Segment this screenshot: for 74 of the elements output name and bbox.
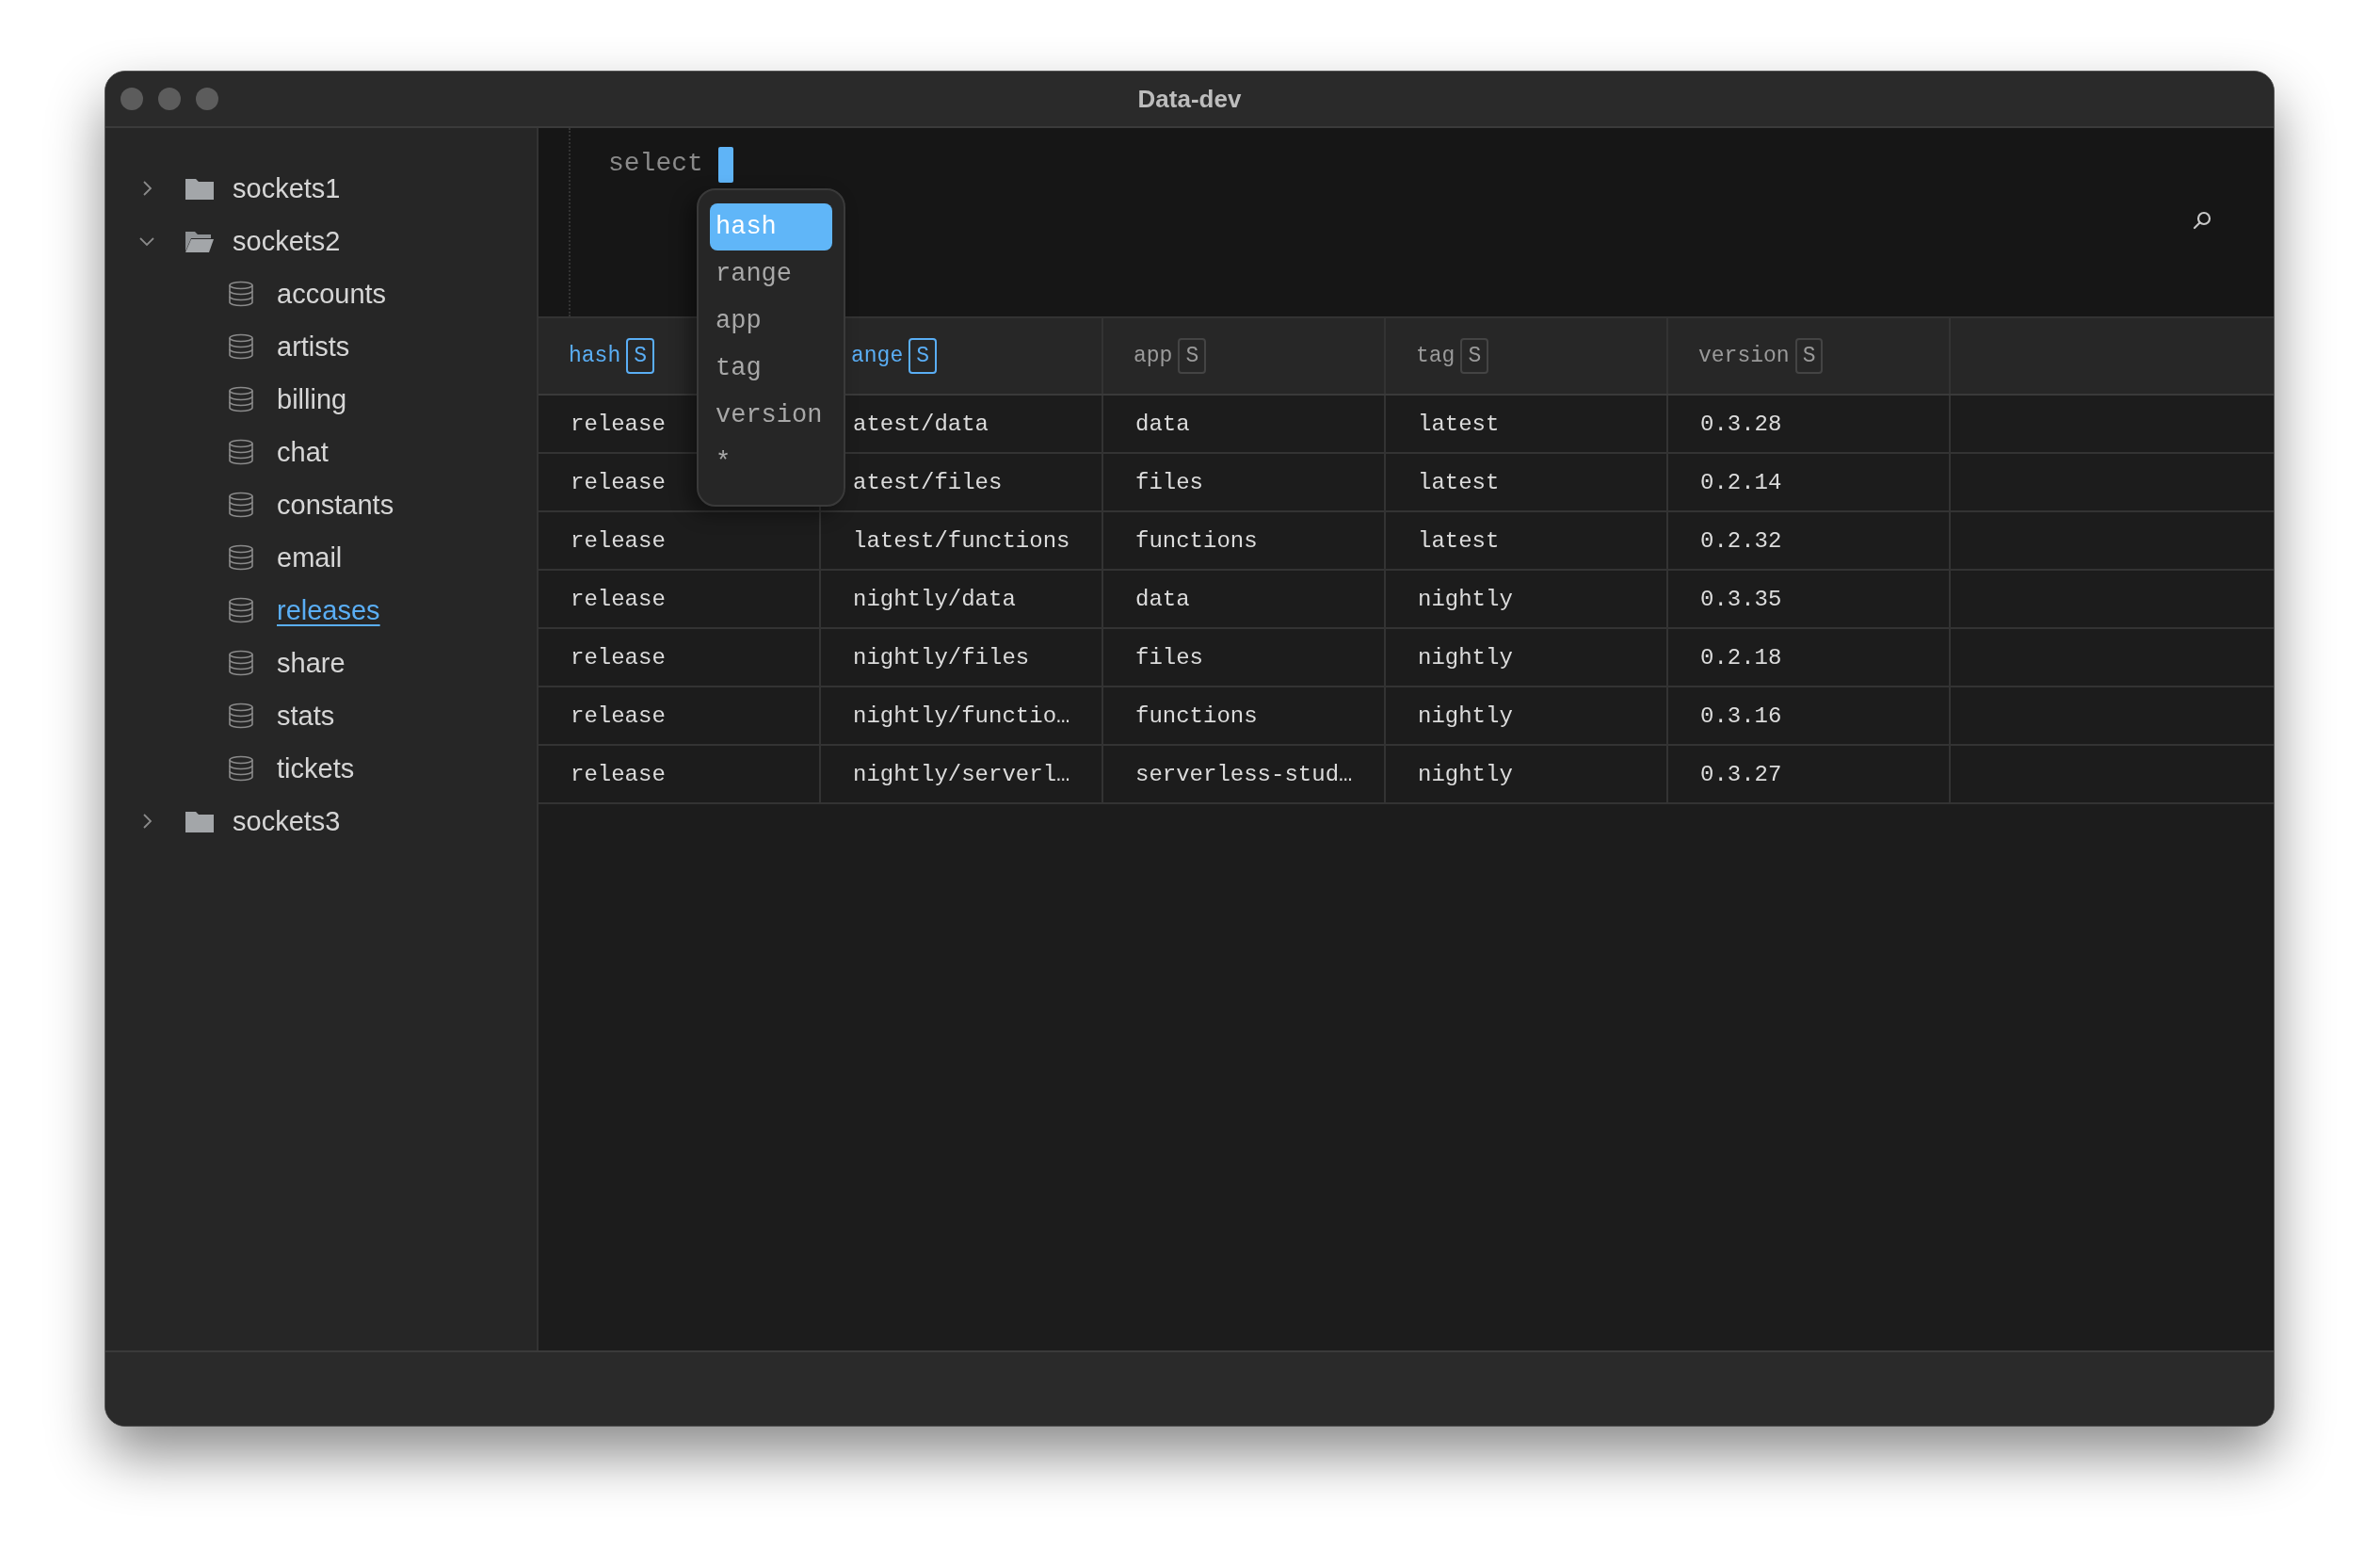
table-link[interactable]: stats <box>277 700 335 732</box>
table-link[interactable]: accounts <box>277 278 387 310</box>
database-icon <box>228 755 254 782</box>
table-cell: nightly/files <box>821 629 1103 686</box>
type-tag: S <box>1178 338 1207 374</box>
open-folder-icon <box>185 229 215 253</box>
autocomplete-option[interactable]: tag <box>710 345 832 392</box>
column-name[interactable]: app <box>1134 344 1173 368</box>
table-link[interactable]: email <box>277 541 343 573</box>
folder-label[interactable]: sockets1 <box>233 172 341 204</box>
type-tag: S <box>1794 338 1824 374</box>
folder-icon <box>185 809 215 833</box>
table-cell: 0.3.28 <box>1668 396 1951 452</box>
table-cell: data <box>1103 396 1386 452</box>
table-cell: 0.2.32 <box>1668 512 1951 569</box>
table-cell: release <box>539 687 821 744</box>
table-cell: 0.2.18 <box>1668 629 1951 686</box>
table-cell: files <box>1103 454 1386 510</box>
table-cell: 0.2.14 <box>1668 454 1951 510</box>
type-tag: S <box>626 338 655 374</box>
type-tag: S <box>1460 338 1489 374</box>
query-text: select <box>608 149 703 178</box>
table-link[interactable]: share <box>277 647 346 679</box>
table-cell: nightly/serverl… <box>821 746 1103 802</box>
table-link[interactable]: billing <box>277 383 347 415</box>
table-cell: nightly <box>1386 687 1668 744</box>
table-cell: release <box>539 629 821 686</box>
table-cell: release <box>539 746 821 802</box>
table-cell: 0.3.27 <box>1668 746 1951 802</box>
table-cell: nightly <box>1386 571 1668 627</box>
database-icon <box>228 386 254 412</box>
text-cursor <box>717 147 733 183</box>
table-link[interactable]: chat <box>277 436 329 468</box>
table-cell: latest <box>1386 512 1668 569</box>
table-cell: latest <box>1386 454 1668 510</box>
table-link[interactable]: tickets <box>277 752 355 784</box>
column-name[interactable]: tag <box>1416 344 1455 368</box>
autocomplete-option[interactable]: app <box>710 298 832 345</box>
folder-label[interactable]: sockets2 <box>233 225 341 257</box>
table-cell: latest/functions <box>821 512 1103 569</box>
column-name[interactable]: hash <box>569 344 621 368</box>
table-cell: files <box>1103 629 1386 686</box>
database-icon <box>228 281 254 307</box>
table-cell: nightly <box>1386 746 1668 802</box>
table-link[interactable]: releases <box>277 594 380 626</box>
table-cell: 0.3.16 <box>1668 687 1951 744</box>
table-cell: functions <box>1103 512 1386 569</box>
search-icon[interactable] <box>2191 209 2213 232</box>
table-cell: nightly/functio… <box>821 687 1103 744</box>
table-cell: nightly <box>1386 629 1668 686</box>
table-link[interactable]: artists <box>277 331 350 363</box>
database-icon <box>228 439 254 465</box>
table-cell: release <box>539 571 821 627</box>
database-icon <box>228 492 254 518</box>
database-icon <box>228 544 254 571</box>
database-icon <box>228 650 254 676</box>
database-icon <box>228 597 254 623</box>
table-link[interactable]: constants <box>277 489 394 521</box>
column-name[interactable]: ange <box>851 344 904 368</box>
folder-label[interactable]: sockets3 <box>233 805 341 837</box>
table-cell: release <box>539 512 821 569</box>
table-cell: functions <box>1103 687 1386 744</box>
table-cell: 0.3.35 <box>1668 571 1951 627</box>
folder-icon <box>185 176 215 201</box>
database-icon <box>228 703 254 729</box>
table-cell: latest <box>1386 396 1668 452</box>
table-cell: data <box>1103 571 1386 627</box>
autocomplete-option[interactable]: range <box>710 250 832 298</box>
type-tag: S <box>909 338 938 374</box>
column-name[interactable]: version <box>1698 344 1790 368</box>
window-title: Data-dev <box>1137 84 1242 114</box>
database-icon <box>228 333 254 360</box>
table-cell: serverless-stud… <box>1103 746 1386 802</box>
table-cell: nightly/data <box>821 571 1103 627</box>
